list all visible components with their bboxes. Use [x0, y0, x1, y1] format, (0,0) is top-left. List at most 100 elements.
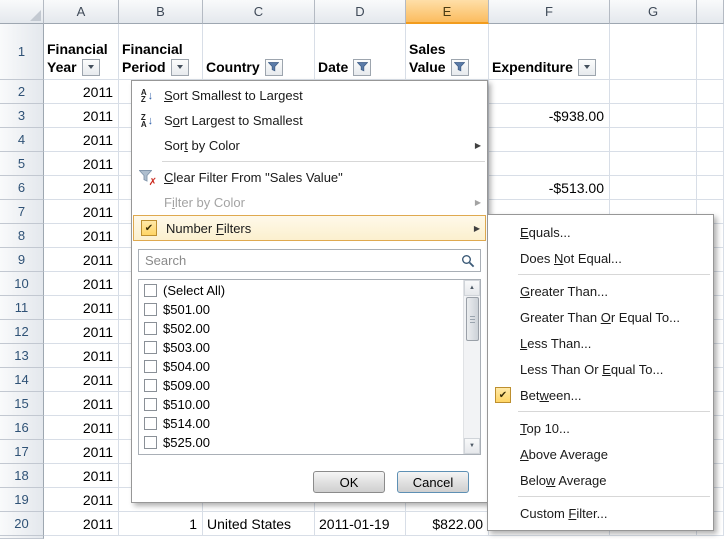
row-header-9[interactable]: 9	[0, 248, 44, 272]
cell-A18[interactable]: 2011	[44, 464, 119, 488]
filter-value-row-select-all[interactable]: (Select All)	[139, 281, 463, 300]
menu-item-sort-largest-to-smallest[interactable]: ZA↓Sort Largest to Smallest	[132, 108, 487, 133]
filter-value-row-509-00[interactable]: $509.00	[139, 376, 463, 395]
cell-A3[interactable]: 2011	[44, 104, 119, 128]
row-header-18[interactable]: 18	[0, 464, 44, 488]
filter-button-C[interactable]	[265, 59, 283, 76]
column-header-E[interactable]: E	[406, 0, 489, 24]
submenu-item-below-average[interactable]: Below Average	[488, 467, 713, 493]
checkbox-icon[interactable]	[144, 341, 157, 354]
cell-E1[interactable]: SalesValue	[406, 24, 489, 80]
cell-G3[interactable]	[610, 104, 697, 128]
cell-G6[interactable]	[610, 176, 697, 200]
row-header-14[interactable]: 14	[0, 368, 44, 392]
cell-A8[interactable]: 2011	[44, 224, 119, 248]
filter-value-row-525-00[interactable]: $525.00	[139, 433, 463, 452]
row-header-4[interactable]: 4	[0, 128, 44, 152]
checkbox-icon[interactable]	[144, 360, 157, 373]
filter-button-A[interactable]	[82, 59, 100, 76]
cell-A6[interactable]: 2011	[44, 176, 119, 200]
filter-value-row-501-00[interactable]: $501.00	[139, 300, 463, 319]
row-header-7[interactable]: 7	[0, 200, 44, 224]
checkbox-icon[interactable]	[144, 417, 157, 430]
cancel-button[interactable]: Cancel	[397, 471, 469, 493]
menu-item-number-filters[interactable]: ✔Number Filters▶	[133, 215, 486, 241]
checkbox-icon[interactable]	[144, 398, 157, 411]
row-header-19[interactable]: 19	[0, 488, 44, 512]
cell-A11[interactable]: 2011	[44, 296, 119, 320]
checkbox-icon[interactable]	[144, 379, 157, 392]
submenu-item-less-than-or-equal-to[interactable]: Less Than Or Equal To...	[488, 356, 713, 382]
cell-G5[interactable]	[610, 152, 697, 176]
row-header-13[interactable]: 13	[0, 344, 44, 368]
cell-A20[interactable]: 2011	[44, 512, 119, 536]
cell-F4[interactable]	[489, 128, 610, 152]
cell-F1[interactable]: Expenditure	[489, 24, 610, 80]
submenu-item-equals[interactable]: Equals...	[488, 219, 713, 245]
row-header-15[interactable]: 15	[0, 392, 44, 416]
select-all-corner[interactable]	[0, 0, 44, 24]
ok-button[interactable]: OK	[313, 471, 385, 493]
checkbox-icon[interactable]	[144, 322, 157, 335]
cell-G4[interactable]	[610, 128, 697, 152]
cell-B1[interactable]: FinancialPeriod	[119, 24, 203, 80]
scroll-up-icon[interactable]: ▲	[464, 280, 480, 296]
row-header-12[interactable]: 12	[0, 320, 44, 344]
cell-A10[interactable]: 2011	[44, 272, 119, 296]
row-header-6[interactable]: 6	[0, 176, 44, 200]
row-header-10[interactable]: 10	[0, 272, 44, 296]
filter-value-row-514-00[interactable]: $514.00	[139, 414, 463, 433]
filter-button-F[interactable]	[578, 59, 596, 76]
cell-A1[interactable]: FinancialYear	[44, 24, 119, 80]
submenu-item-top-10[interactable]: Top 10...	[488, 415, 713, 441]
row-header-3[interactable]: 3	[0, 104, 44, 128]
checkbox-icon[interactable]	[144, 284, 157, 297]
submenu-item-between[interactable]: ✔Between...	[488, 382, 713, 408]
row-header-20[interactable]: 20	[0, 512, 44, 536]
cell-F5[interactable]	[489, 152, 610, 176]
cell-F2[interactable]	[489, 80, 610, 104]
submenu-item-custom-filter[interactable]: Custom Filter...	[488, 500, 713, 526]
row-header-5[interactable]: 5	[0, 152, 44, 176]
scroll-down-icon[interactable]: ▼	[464, 438, 480, 454]
filter-button-B[interactable]	[171, 59, 189, 76]
cell-A5[interactable]: 2011	[44, 152, 119, 176]
cell-C20[interactable]: United States	[203, 512, 315, 536]
cell-A2[interactable]: 2011	[44, 80, 119, 104]
cell-A17[interactable]: 2011	[44, 440, 119, 464]
cell-D20[interactable]: 2011-01-19	[315, 512, 406, 536]
column-header-C[interactable]: C	[203, 0, 315, 24]
filter-button-E[interactable]	[451, 59, 469, 76]
cell-D1[interactable]: Date	[315, 24, 406, 80]
row-header-17[interactable]: 17	[0, 440, 44, 464]
cell-A12[interactable]: 2011	[44, 320, 119, 344]
search-input[interactable]	[138, 249, 481, 272]
cell-A4[interactable]: 2011	[44, 128, 119, 152]
row-header-8[interactable]: 8	[0, 224, 44, 248]
cell-C1[interactable]: Country	[203, 24, 315, 80]
cell-A14[interactable]: 2011	[44, 368, 119, 392]
submenu-item-greater-than[interactable]: Greater Than...	[488, 278, 713, 304]
cell-A19[interactable]: 2011	[44, 488, 119, 512]
submenu-item-above-average[interactable]: Above Average	[488, 441, 713, 467]
menu-item-clear-filter[interactable]: ✗Clear Filter From "Sales Value"	[132, 165, 487, 190]
submenu-item-less-than[interactable]: Less Than...	[488, 330, 713, 356]
cell-F6[interactable]: -$513.00	[489, 176, 610, 200]
scrollbar[interactable]: ▲ ▼	[463, 280, 480, 454]
filter-value-row-503-00[interactable]: $503.00	[139, 338, 463, 357]
cell-B20[interactable]: 1	[119, 512, 203, 536]
row-header-1[interactable]: 1	[0, 24, 44, 80]
filter-value-row-502-00[interactable]: $502.00	[139, 319, 463, 338]
row-header-11[interactable]: 11	[0, 296, 44, 320]
cell-A13[interactable]: 2011	[44, 344, 119, 368]
cell-G2[interactable]	[610, 80, 697, 104]
submenu-item-greater-than-or-equal-to[interactable]: Greater Than Or Equal To...	[488, 304, 713, 330]
cell-A16[interactable]: 2011	[44, 416, 119, 440]
checkbox-icon[interactable]	[144, 303, 157, 316]
checkbox-icon[interactable]	[144, 436, 157, 449]
menu-item-sort-smallest-to-largest[interactable]: AZ↓Sort Smallest to Largest	[132, 83, 487, 108]
column-header-B[interactable]: B	[119, 0, 203, 24]
column-header-F[interactable]: F	[489, 0, 610, 24]
column-header-D[interactable]: D	[315, 0, 406, 24]
cell-G1[interactable]	[610, 24, 697, 80]
